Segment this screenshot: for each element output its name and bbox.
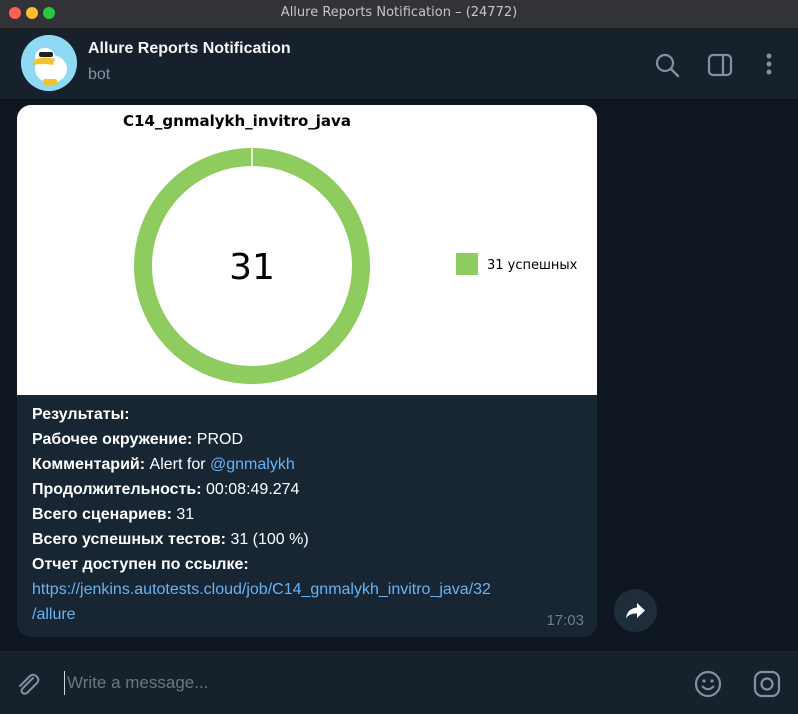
window-titlebar: Allure Reports Notification – (24772) [0, 0, 798, 29]
camera-icon[interactable] [752, 669, 782, 699]
more-vertical-icon[interactable] [756, 52, 782, 78]
chart-svg: 31 31 успешных [134, 148, 578, 384]
message-input[interactable]: Write a message... [64, 671, 667, 695]
legend-swatch-0 [456, 253, 478, 275]
message-time: 17:03 [546, 612, 584, 629]
share-button[interactable] [614, 589, 657, 632]
window-title: Allure Reports Notification – (24772) [280, 5, 518, 20]
paperclip-icon[interactable] [14, 670, 42, 698]
results-heading: Результаты: [32, 406, 130, 423]
report-chart-image[interactable]: C14_gnmalykh_invitro_java 31 31 успешных [17, 105, 597, 395]
chat-title[interactable]: Allure Reports Notification [88, 40, 291, 58]
chart-center-label: 31 [229, 247, 275, 288]
comment-value: Alert for [149, 456, 206, 473]
env-label: Рабочее окружение: [32, 431, 193, 448]
duration-label: Продолжительность: [32, 481, 202, 498]
chat-status: bot [88, 66, 111, 83]
env-value: PROD [196, 431, 244, 448]
passed-label: Всего успешных тестов: [32, 531, 226, 548]
sidebar-toggle-icon[interactable] [707, 52, 733, 78]
report-link[interactable]: https://jenkins.autotests.cloud/job/C14_… [32, 581, 491, 599]
passed-value: 31 (100 %) [230, 531, 309, 548]
share-arrow-icon [626, 603, 645, 618]
duration-value: 00:08:49.274 [206, 481, 300, 498]
report-link-continuation[interactable]: /allure [32, 606, 76, 624]
emoji-icon[interactable] [693, 669, 723, 699]
mention-link[interactable]: @gnmalykh [210, 456, 295, 473]
scenarios-value: 31 [176, 506, 195, 523]
comment-line: Комментарий: Alert for @gnmalykh [32, 456, 295, 474]
avatar-image [21, 35, 77, 91]
scenarios-label: Всего сценариев: [32, 506, 172, 523]
avatar[interactable] [21, 35, 77, 91]
legend-label-0: 31 успешных [487, 258, 578, 273]
search-icon[interactable] [654, 52, 680, 78]
scenarios-line: Всего сценариев: 31 [32, 506, 194, 524]
passed-line: Всего успешных тестов: 31 (100 %) [32, 531, 309, 549]
duration-line: Продолжительность: 00:08:49.274 [32, 481, 299, 499]
report-label: Отчет доступен по ссылке: [32, 556, 249, 573]
env-line: Рабочее окружение: PROD [32, 431, 243, 449]
message-bubble[interactable]: C14_gnmalykh_invitro_java 31 31 успешных… [17, 105, 597, 637]
comment-label: Комментарий: [32, 456, 146, 473]
